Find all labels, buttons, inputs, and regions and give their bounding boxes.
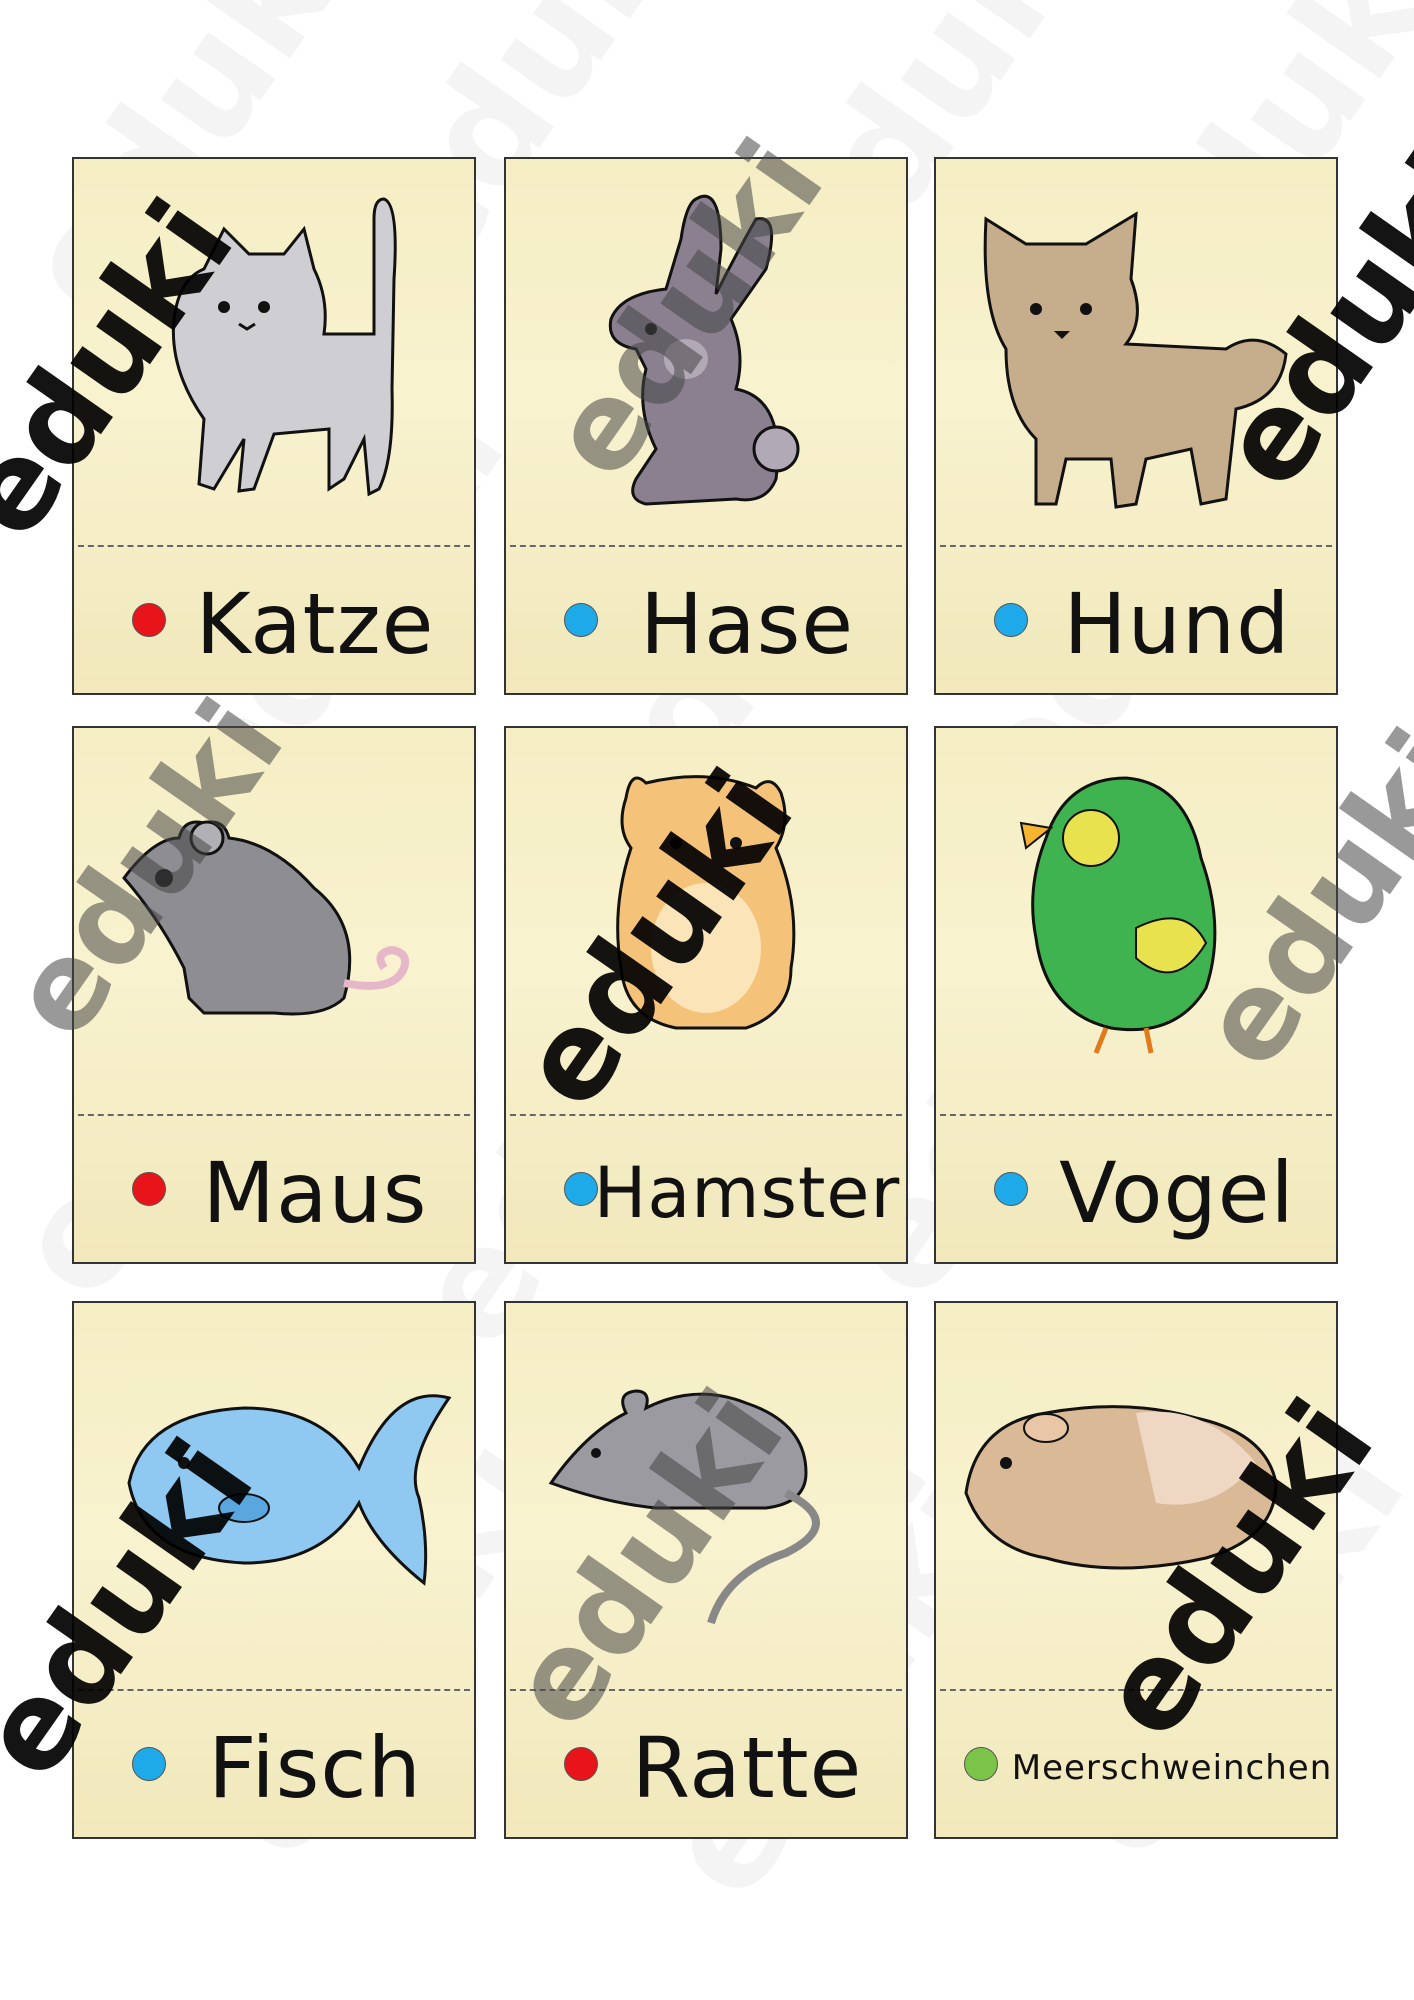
card-word: Hase [639,575,855,673]
card-ratte: Ratte [504,1301,908,1839]
card-word: Hund [1063,575,1291,673]
cut-line [510,545,902,547]
blue-dot [564,603,598,637]
cut-line [940,545,1332,547]
bird-icon [936,728,1336,1114]
blue-dot [132,1747,166,1781]
red-dot [132,1172,166,1206]
red-dot [132,603,166,637]
card-word: Maus [202,1144,428,1242]
card-word: Hamster [593,1152,901,1234]
card-fisch: Fisch [72,1301,476,1839]
blue-dot [994,1172,1028,1206]
red-dot [564,1747,598,1781]
card-hund: Hund [934,157,1338,695]
cut-line [940,1114,1332,1116]
cut-line [510,1114,902,1116]
card-maus: Maus [72,726,476,1264]
cut-line [78,545,470,547]
card-word: Katze [195,575,435,673]
fish-icon [74,1303,474,1689]
hamster-icon [506,728,906,1114]
card-hamster: Hamster [504,726,908,1264]
mouse-icon [74,728,474,1114]
card-meerschweinchen: Meerschweinchen [934,1301,1338,1839]
guinea-pig-icon [936,1303,1336,1689]
card-word: Meerschweinchen [1011,1748,1333,1788]
rat-icon [506,1303,906,1689]
green-dot [964,1747,998,1781]
card-word: Vogel [1059,1144,1295,1242]
blue-dot [994,603,1028,637]
dog-icon [936,159,1336,545]
card-hase: Hase [504,157,908,695]
card-word: Ratte [631,1719,863,1817]
card-vogel: Vogel [934,726,1338,1264]
card-katze: Katze [72,157,476,695]
cut-line [940,1689,1332,1691]
rabbit-icon [506,159,906,545]
cut-line [78,1689,470,1691]
card-word: Fisch [208,1719,422,1817]
cut-line [78,1114,470,1116]
cat-icon [74,159,474,545]
cut-line [510,1689,902,1691]
